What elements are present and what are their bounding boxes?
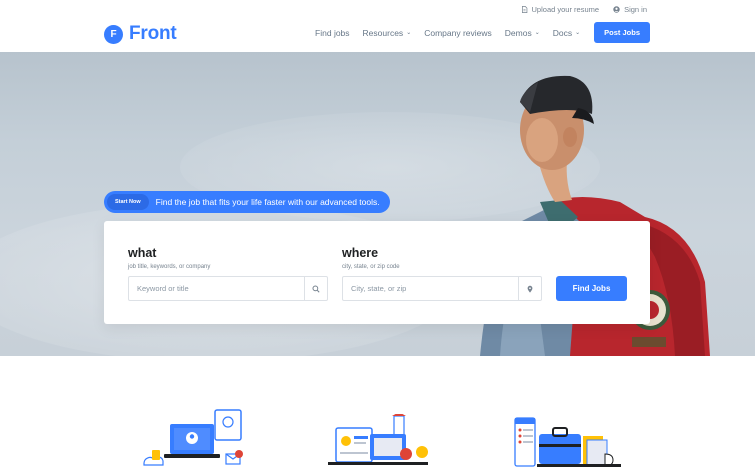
main-header: F Front Find jobs Resources ⌄ Company rev… bbox=[0, 20, 755, 52]
what-title: what bbox=[128, 246, 157, 260]
upload-resume-label: Upload your resume bbox=[531, 5, 600, 14]
logo-mark: F bbox=[104, 24, 123, 44]
promo-banner[interactable]: Start Now Find the job that fits your li… bbox=[104, 191, 390, 213]
map-pin-icon[interactable] bbox=[518, 277, 541, 300]
nav-label: Docs bbox=[552, 27, 573, 38]
find-jobs-button[interactable]: Find Jobs bbox=[556, 276, 627, 301]
chevron-down-icon: ⌄ bbox=[534, 30, 540, 36]
location-input[interactable]: City, state, or zip bbox=[342, 276, 542, 301]
where-title: where bbox=[342, 246, 379, 260]
top-links: Upload your resume Sign in bbox=[521, 5, 647, 14]
promo-badge: Start Now bbox=[107, 194, 149, 210]
top-bar: Upload your resume Sign in bbox=[0, 0, 755, 20]
nav-label: Demos bbox=[504, 27, 532, 38]
search-icon[interactable] bbox=[304, 277, 327, 300]
document-icon bbox=[521, 6, 527, 13]
chevron-down-icon: ⌄ bbox=[575, 30, 581, 36]
nav-label: Resources bbox=[362, 27, 404, 38]
sign-in-label: Sign in bbox=[624, 5, 647, 14]
nav-find-jobs[interactable]: Find jobs bbox=[315, 28, 350, 38]
keyword-input[interactable]: Keyword or title bbox=[128, 276, 328, 301]
nav-company-reviews[interactable]: Company reviews bbox=[424, 28, 492, 38]
briefcase-documents-illustration bbox=[513, 416, 623, 470]
user-circle-icon bbox=[613, 6, 620, 13]
where-subtitle: city, state, or zip code bbox=[342, 264, 400, 270]
keyword-placeholder: Keyword or title bbox=[137, 284, 189, 293]
upload-resume-link[interactable]: Upload your resume bbox=[521, 5, 600, 14]
location-placeholder: City, state, or zip bbox=[351, 284, 407, 293]
sign-in-link[interactable]: Sign in bbox=[613, 5, 647, 14]
resume-lighthouse-illustration bbox=[326, 414, 432, 470]
what-subtitle: job title, keywords, or company bbox=[128, 264, 211, 270]
promo-text: Find the job that fits your life faster … bbox=[155, 197, 380, 207]
post-jobs-button[interactable]: Post Jobs bbox=[594, 22, 650, 43]
job-search-card: what job title, keywords, or company Key… bbox=[104, 221, 650, 324]
laptop-profile-illustration bbox=[140, 408, 246, 470]
nav-label: Find jobs bbox=[315, 27, 350, 38]
logo[interactable]: F Front bbox=[104, 23, 177, 45]
hero-section: Start Now Find the job that fits your li… bbox=[0, 52, 755, 356]
logo-text: Front bbox=[129, 23, 177, 44]
main-nav: Find jobs Resources ⌄ Company reviews Dem… bbox=[302, 22, 650, 43]
nav-resources[interactable]: Resources ⌄ bbox=[363, 28, 412, 38]
nav-demos[interactable]: Demos ⌄ bbox=[505, 28, 540, 38]
nav-docs[interactable]: Docs ⌄ bbox=[553, 28, 580, 38]
chevron-down-icon: ⌄ bbox=[406, 30, 412, 36]
nav-label: Company reviews bbox=[424, 27, 492, 38]
